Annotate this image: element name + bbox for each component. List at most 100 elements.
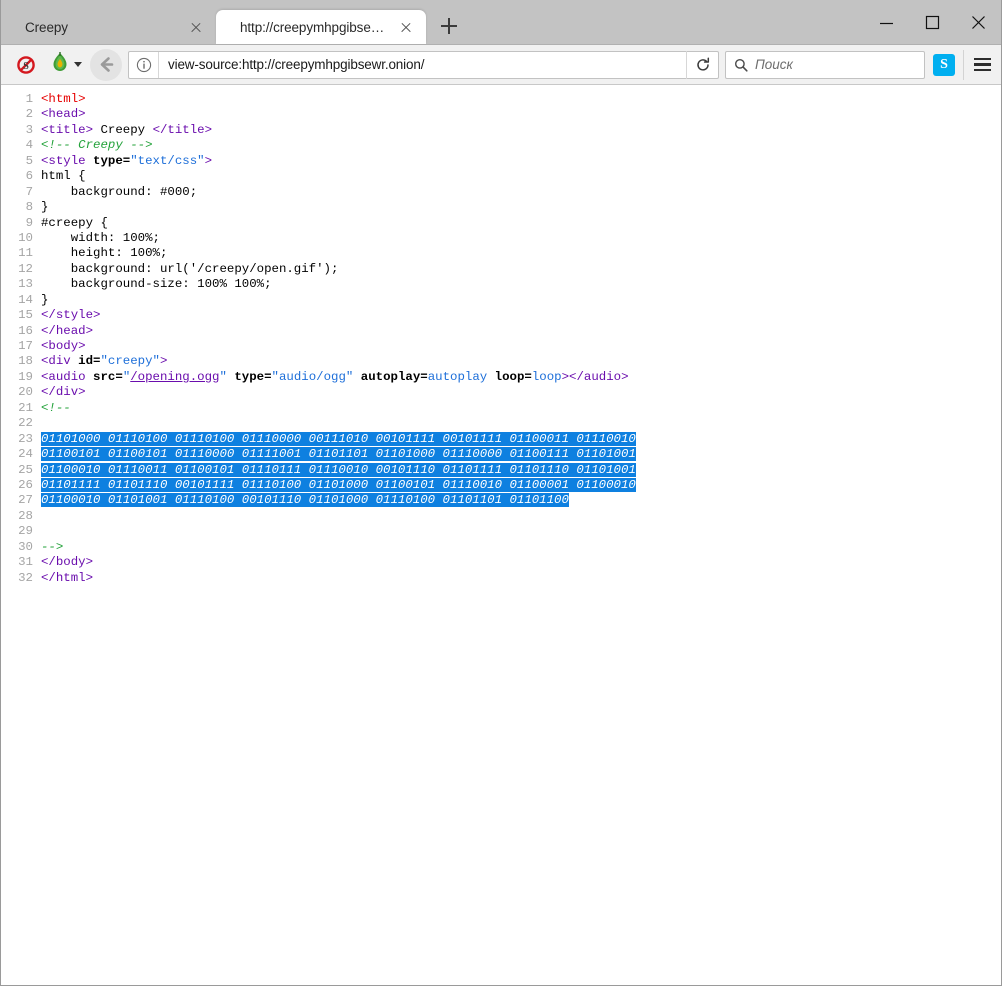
code-token: >	[205, 154, 212, 168]
source-line: 2401100101 01100101 01110000 01111001 01…	[1, 447, 1001, 462]
source-line: 7 background: #000;	[1, 185, 1001, 200]
source-line: 8}	[1, 200, 1001, 215]
code-token: </html>	[41, 571, 93, 585]
code-token: loop=	[487, 370, 532, 384]
source-code: }	[41, 200, 1001, 215]
back-button[interactable]	[90, 49, 122, 81]
line-number: 6	[1, 169, 41, 184]
line-number: 30	[1, 540, 41, 555]
source-line: 18<div id="creepy">	[1, 354, 1001, 369]
skype-icon[interactable]: S	[933, 54, 955, 76]
browser-window: Creepy http://creepymhpgibsewr.oni...	[0, 0, 1002, 986]
line-number: 10	[1, 231, 41, 246]
code-token: 01100101 01100101 01110000 01111001 0110…	[41, 447, 636, 461]
source-code: </head>	[41, 324, 1001, 339]
code-token: autoplay=	[353, 370, 427, 384]
chevron-down-icon	[74, 62, 82, 67]
line-number: 32	[1, 571, 41, 586]
tab-close-icon[interactable]	[396, 17, 416, 37]
tab-close-icon[interactable]	[186, 17, 206, 37]
code-token: 01101111 01101110 00101111 01110100 0110…	[41, 478, 636, 492]
search-bar[interactable]: Поиск	[725, 51, 925, 79]
source-line: 2501100010 01110011 01100101 01110111 01…	[1, 463, 1001, 478]
search-input[interactable]: Поиск	[755, 57, 793, 72]
source-line: 32</html>	[1, 571, 1001, 586]
source-line: 2<head>	[1, 107, 1001, 122]
view-source-content[interactable]: 1<html>2<head>3<title> Creepy </title>4<…	[1, 86, 1001, 985]
line-number: 24	[1, 447, 41, 462]
reload-button[interactable]	[686, 51, 718, 79]
line-number: 7	[1, 185, 41, 200]
code-token: #creepy {	[41, 216, 108, 230]
code-token: }	[41, 293, 48, 307]
line-number: 12	[1, 262, 41, 277]
source-code-selected: 01101000 01110100 01110100 01110000 0011…	[41, 432, 1001, 447]
line-number: 9	[1, 216, 41, 231]
line-number: 2	[1, 107, 41, 122]
source-line: 4<!-- Creepy -->	[1, 138, 1001, 153]
code-token: type=	[86, 154, 131, 168]
code-token: </style>	[41, 308, 101, 322]
source-code: width: 100%;	[41, 231, 1001, 246]
code-token: "creepy"	[101, 354, 161, 368]
reload-icon	[695, 57, 711, 73]
source-line: 9#creepy {	[1, 216, 1001, 231]
search-icon	[734, 58, 748, 72]
code-token: autoplay	[428, 370, 488, 384]
line-number: 23	[1, 432, 41, 447]
source-line: 29	[1, 524, 1001, 539]
tab-creepy[interactable]: Creepy	[1, 10, 216, 44]
tor-onion-button[interactable]	[49, 51, 82, 78]
code-token: <html>	[41, 92, 86, 106]
new-tab-button[interactable]	[434, 11, 464, 41]
line-number: 19	[1, 370, 41, 385]
source-code: background: url('/creepy/open.gif');	[41, 262, 1001, 277]
source-line: 14}	[1, 293, 1001, 308]
source-line: 15</style>	[1, 308, 1001, 323]
code-token: 01101000 01110100 01110100 01110000 0011…	[41, 432, 636, 446]
code-token: /opening.ogg	[130, 370, 219, 384]
source-code	[41, 509, 1001, 524]
source-line: 5<style type="text/css">	[1, 154, 1001, 169]
noscript-icon[interactable]: S	[11, 50, 41, 80]
source-line: 20</div>	[1, 385, 1001, 400]
source-code: <!--	[41, 401, 1001, 416]
source-code: </style>	[41, 308, 1001, 323]
code-token: >	[160, 354, 167, 368]
source-code: <div id="creepy">	[41, 354, 1001, 369]
line-number: 26	[1, 478, 41, 493]
url-bar[interactable]: view-source:http://creepymhpgibsewr.onio…	[128, 51, 719, 79]
line-number: 14	[1, 293, 41, 308]
code-token: type=	[227, 370, 272, 384]
code-token: >	[562, 370, 569, 384]
source-code: }	[41, 293, 1001, 308]
close-button[interactable]	[955, 0, 1001, 45]
source-line: 22	[1, 416, 1001, 431]
source-code: <head>	[41, 107, 1001, 122]
source-code	[41, 416, 1001, 431]
svg-text:S: S	[23, 61, 29, 72]
maximize-button[interactable]	[909, 0, 955, 45]
source-line: 2301101000 01110100 01110100 01110000 00…	[1, 432, 1001, 447]
source-code: height: 100%;	[41, 246, 1001, 261]
tab-view-source[interactable]: http://creepymhpgibsewr.oni...	[216, 10, 426, 44]
source-code: background-size: 100% 100%;	[41, 277, 1001, 292]
tab-strip: Creepy http://creepymhpgibsewr.oni...	[1, 0, 1001, 45]
source-code-selected: 01100010 01101001 01110100 00101110 0110…	[41, 493, 1001, 508]
tor-onion-icon	[49, 51, 71, 78]
code-token: src=	[86, 370, 123, 384]
code-token: 01100010 01110011 01100101 01110111 0111…	[41, 463, 636, 477]
url-input[interactable]: view-source:http://creepymhpgibsewr.onio…	[159, 57, 686, 72]
code-token: width: 100%;	[41, 231, 160, 245]
source-line: 13 background-size: 100% 100%;	[1, 277, 1001, 292]
minimize-button[interactable]	[863, 0, 909, 45]
code-token: background: #000;	[41, 185, 197, 199]
line-number: 27	[1, 493, 41, 508]
hamburger-menu-icon[interactable]	[963, 50, 993, 80]
source-code: html {	[41, 169, 1001, 184]
code-token: id=	[71, 354, 101, 368]
source-code-selected: 01100101 01100101 01110000 01111001 0110…	[41, 447, 1001, 462]
info-circle-icon[interactable]	[129, 52, 159, 78]
line-number: 15	[1, 308, 41, 323]
source-line: 11 height: 100%;	[1, 246, 1001, 261]
